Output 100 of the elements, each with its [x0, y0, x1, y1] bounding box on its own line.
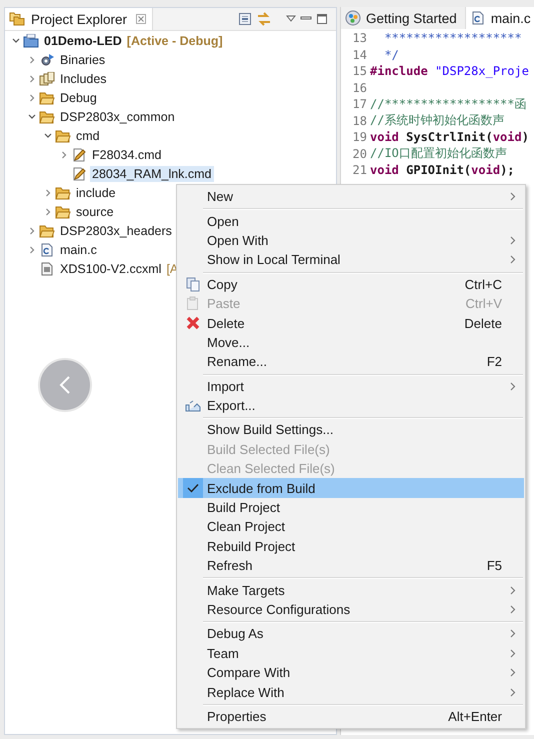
file-pencil-icon	[71, 166, 87, 180]
menu-item[interactable]: Rename... F2	[178, 352, 524, 372]
folder-icon	[39, 110, 55, 124]
line-number: 20	[352, 146, 368, 161]
menu-item[interactable]: Open	[178, 211, 524, 231]
menu-item[interactable]: Make Targets	[178, 580, 524, 600]
tree-item[interactable]: DSP2803x_headers	[58, 222, 174, 238]
tree-item[interactable]: Includes	[58, 70, 109, 86]
export-icon	[184, 400, 200, 412]
folder-icon	[55, 128, 71, 142]
editor-tab[interactable]: Getting Started	[341, 7, 466, 29]
c-file-icon	[470, 11, 486, 25]
panel-title: Project Explorer	[31, 12, 128, 26]
maximize-icon[interactable]	[316, 13, 328, 25]
menu-item[interactable]: Open With	[178, 230, 524, 250]
copy-icon	[186, 276, 200, 292]
project-icon	[23, 34, 39, 48]
tree-item[interactable]: main.c	[58, 242, 99, 258]
menu-item[interactable]: Show in Local Terminal	[178, 250, 524, 270]
menu-item[interactable]: Resource Configurations	[178, 600, 524, 620]
code-line: void SysCtrlInit(void)	[370, 130, 529, 144]
menu-item[interactable]: Compare With	[178, 662, 524, 682]
folder-icon	[55, 204, 71, 218]
tree-item[interactable]: XDS100-V2.ccxml	[58, 260, 164, 276]
line-number: 16	[352, 80, 368, 95]
code-line: //系统时钟初始化函数声	[370, 112, 504, 130]
menu-item[interactable]: Show Build Settings...	[178, 420, 524, 440]
code-line: void GPIOInit(void);	[370, 163, 515, 178]
tree-item[interactable]: cmd	[74, 128, 102, 144]
tree-item[interactable]: source	[74, 204, 116, 220]
view-menu-icon[interactable]	[286, 15, 296, 23]
code-line: *******************	[383, 31, 522, 46]
line-number: 21	[352, 163, 368, 178]
line-number: 19	[352, 130, 368, 144]
collapsed-chevron-icon[interactable]	[27, 226, 37, 236]
expanded-chevron-icon[interactable]	[27, 112, 37, 122]
collapse-all-icon[interactable]	[238, 12, 252, 26]
shortcut-label: Delete	[464, 316, 502, 331]
collapsed-chevron-icon[interactable]	[43, 206, 53, 216]
file-pencil-icon	[71, 148, 87, 162]
line-number: 17	[352, 97, 368, 112]
collapsed-chevron-icon[interactable]	[27, 92, 37, 102]
line-number: 15	[352, 64, 368, 78]
library-icon	[39, 72, 55, 86]
line-number: 14	[352, 48, 368, 62]
collapsed-chevron-icon[interactable]	[59, 150, 69, 160]
welcome-icon	[345, 10, 361, 26]
expanded-chevron-icon[interactable]	[11, 36, 21, 46]
shortcut-label: Alt+Enter	[448, 708, 502, 724]
menu-item[interactable]: Export...	[178, 396, 524, 416]
menu-item[interactable]: Move...	[178, 332, 524, 352]
gear-icon	[39, 52, 55, 66]
code-line: #include "DSP28x_Proje	[370, 64, 529, 78]
checkmark-icon	[186, 483, 198, 494]
menu-item[interactable]: Build Project	[178, 498, 524, 518]
menu-item[interactable]: Debug As	[178, 624, 524, 644]
line-number: 13	[352, 31, 368, 46]
editor-tab[interactable]: main.c	[466, 7, 534, 29]
c-file-icon	[39, 242, 55, 256]
collapsed-chevron-icon[interactable]	[27, 244, 37, 254]
menu-item[interactable]: Team	[178, 644, 524, 663]
clipboard-icon	[186, 296, 200, 312]
shortcut-label: F5	[486, 558, 502, 574]
build-config-label: [Active - Debug]	[126, 34, 223, 48]
cross-icon	[186, 316, 200, 330]
collapsed-chevron-icon[interactable]	[27, 54, 37, 64]
folder-icon	[39, 90, 55, 104]
code-line: */	[383, 48, 399, 62]
collapsed-chevron-icon[interactable]	[43, 188, 53, 198]
collapsed-chevron-icon[interactable]	[27, 74, 37, 84]
tree-item[interactable]: 28034_RAM_lnk.cmd	[90, 166, 214, 182]
expanded-chevron-icon[interactable]	[43, 130, 53, 140]
menu-item[interactable]: Exclude from Build	[178, 478, 524, 498]
tree-item[interactable]: 01Demo-LED	[42, 32, 124, 48]
menu-item[interactable]: Rebuild Project	[178, 536, 524, 556]
folder-icon	[39, 224, 55, 238]
line-number: 18	[352, 114, 368, 128]
tree-item[interactable]: Binaries	[58, 52, 108, 68]
folder-icon	[55, 186, 71, 200]
menu-item[interactable]: Properties Alt+Enter	[178, 706, 524, 726]
shortcut-label: Ctrl+C	[464, 276, 502, 292]
menu-item[interactable]: Import	[178, 376, 524, 396]
shortcut-label: Ctrl+V	[466, 296, 502, 312]
menu-item[interactable]: New	[178, 187, 524, 206]
tree-item[interactable]: DSP2803x_common	[58, 108, 177, 124]
project-explorer-tab[interactable]: Project Explorer	[5, 8, 154, 30]
menu-item[interactable]: Copy Ctrl+C	[178, 274, 524, 294]
menu-item[interactable]: Clean Project	[178, 517, 524, 537]
close-icon[interactable]	[136, 14, 146, 24]
tree-item[interactable]: F28034.cmd	[90, 146, 164, 162]
shortcut-label: F2	[486, 354, 502, 370]
code-line: //IO口配置初始化函数声	[370, 145, 507, 162]
menu-item[interactable]: Delete Delete	[178, 313, 524, 333]
menu-item[interactable]: Refresh F5	[178, 556, 524, 576]
menu-item[interactable]: Replace With	[178, 682, 524, 702]
tree-item[interactable]: Debug	[58, 90, 99, 106]
config-file-icon	[39, 262, 55, 276]
code-line: //******************函	[370, 96, 526, 113]
tree-item[interactable]: include	[74, 184, 118, 200]
chevron-left-icon	[59, 375, 71, 395]
